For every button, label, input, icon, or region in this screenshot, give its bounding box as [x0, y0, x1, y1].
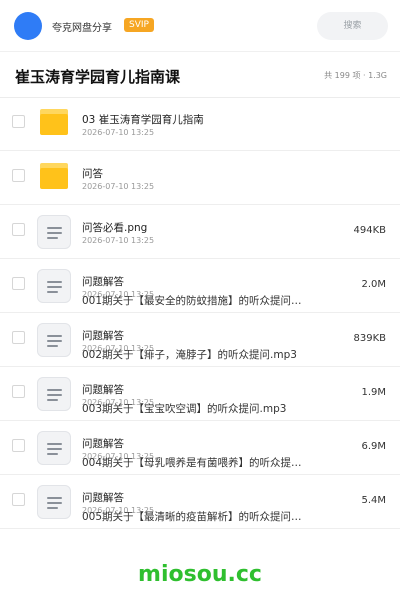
page-title: 崔玉涛育学园育儿指南课: [15, 68, 181, 86]
file-size: 5.4M: [361, 495, 386, 506]
file-size: 494KB: [353, 225, 386, 236]
file-list: 03 崔玉涛育学园育儿指南 2026-07-10 13:25 问答 2026-0…: [0, 97, 400, 529]
list-item[interactable]: 问题解答 2026-07-10 13:25 003期关于【宝宝吹空调】的听众提问…: [0, 367, 400, 421]
folder-icon: [40, 109, 68, 135]
row-checkbox[interactable]: [12, 223, 25, 236]
file-name: 问题解答: [82, 276, 124, 288]
file-date: 2026-07-10 13:25: [82, 182, 155, 191]
list-item[interactable]: 问答 2026-07-10 13:25: [0, 151, 400, 205]
row-checkbox[interactable]: [12, 331, 25, 344]
file-subname: 005期关于【最清晰的疫苗解析】的听众提问.mp3: [82, 511, 302, 523]
title-bar: 崔玉涛育学园育儿指南课 共 199 项 · 1.3G: [0, 52, 400, 98]
file-subname: 004期关于【母乳喂养是有菌喂养】的听众提问.mp3: [82, 457, 302, 469]
file-name: 问题解答: [82, 438, 124, 450]
file-subname: 003期关于【宝宝吹空调】的听众提问.mp3: [82, 403, 287, 415]
row-checkbox[interactable]: [12, 115, 25, 128]
row-checkbox[interactable]: [12, 493, 25, 506]
file-size: 1.9M: [361, 387, 386, 398]
document-icon: [37, 323, 71, 357]
list-item[interactable]: 问题解答 2026-07-10 13:25 001期关于【最安全的防蚊措施】的听…: [0, 259, 400, 313]
search-input[interactable]: [317, 12, 388, 40]
list-item[interactable]: 03 崔玉涛育学园育儿指南 2026-07-10 13:25: [0, 97, 400, 151]
file-subname: 001期关于【最安全的防蚊措施】的听众提问.mp3: [82, 295, 302, 307]
list-item[interactable]: 问答必看.png 2026-07-10 13:25 494KB: [0, 205, 400, 259]
list-item[interactable]: 问题解答 2026-07-10 13:25 002期关于【痱子，淹脖子】的听众提…: [0, 313, 400, 367]
list-item[interactable]: 问题解答 2026-07-10 13:25 005期关于【最清晰的疫苗解析】的听…: [0, 475, 400, 529]
row-checkbox[interactable]: [12, 277, 25, 290]
file-size: 6.9M: [361, 441, 386, 452]
file-name: 03 崔玉涛育学园育儿指南: [82, 114, 204, 126]
file-size: 839KB: [353, 333, 386, 344]
document-icon: [37, 269, 71, 303]
row-checkbox[interactable]: [12, 385, 25, 398]
app-name: 夸克网盘分享: [52, 23, 112, 34]
watermark: miosou.cc: [138, 562, 262, 587]
document-icon: [37, 431, 71, 465]
document-icon: [37, 485, 71, 519]
header: 夸克网盘分享 SVIP: [0, 0, 400, 52]
file-name: 问题解答: [82, 492, 124, 504]
folder-icon: [40, 163, 68, 189]
document-icon: [37, 215, 71, 249]
file-name: 问题解答: [82, 384, 124, 396]
item-summary: 共 199 项 · 1.3G: [324, 71, 387, 80]
document-icon: [37, 377, 71, 411]
file-subname: 002期关于【痱子，淹脖子】的听众提问.mp3: [82, 349, 297, 361]
avatar[interactable]: [14, 12, 42, 40]
file-name: 问题解答: [82, 330, 124, 342]
file-size: 2.0M: [361, 279, 386, 290]
file-name: 问答: [82, 168, 103, 180]
list-item[interactable]: 问题解答 2026-07-10 13:25 004期关于【母乳喂养是有菌喂养】的…: [0, 421, 400, 475]
file-date: 2026-07-10 13:25: [82, 236, 155, 245]
file-date: 2026-07-10 13:25: [82, 128, 155, 137]
file-name: 问答必看.png: [82, 222, 148, 234]
row-checkbox[interactable]: [12, 439, 25, 452]
row-checkbox[interactable]: [12, 169, 25, 182]
svip-badge: SVIP: [124, 18, 154, 32]
